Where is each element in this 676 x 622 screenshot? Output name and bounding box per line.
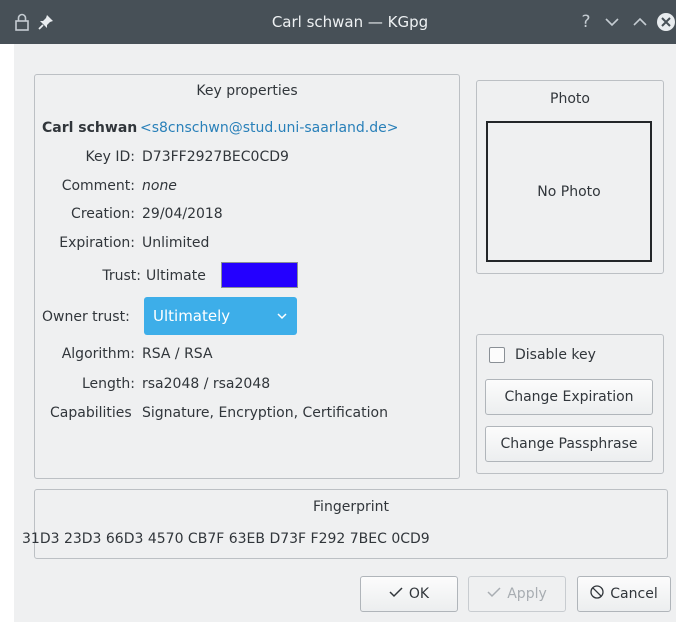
algorithm-value: RSA / RSA (142, 346, 213, 362)
algorithm-label: Algorithm: (61, 346, 135, 362)
photo-frame: No Photo (486, 121, 652, 262)
pin-icon[interactable] (34, 10, 58, 34)
key-properties-group: Key properties Carl schwan <s8cnschwn@st… (34, 74, 460, 479)
cancel-icon (590, 585, 604, 603)
key-actions-group: Disable key Change Expiration Change Pas… (476, 334, 664, 474)
capabilities-value: Signature, Encryption, Certification (142, 405, 388, 421)
key-id-label: Key ID: (85, 149, 135, 165)
key-properties-title: Key properties (196, 83, 298, 99)
expiration-value: Unlimited (142, 235, 210, 251)
checkmark-icon (389, 586, 403, 602)
trust-color-swatch (221, 262, 298, 288)
cancel-label: Cancel (610, 586, 658, 602)
creation-label: Creation: (71, 206, 135, 222)
capabilities-label: Capabilities (50, 405, 132, 421)
title-bar[interactable]: Carl schwan — KGpg ? (0, 0, 676, 44)
disable-key-label[interactable]: Disable key (515, 347, 596, 363)
length-label: Length: (81, 376, 135, 392)
cancel-button[interactable]: Cancel (577, 576, 671, 612)
help-icon[interactable]: ? (574, 10, 598, 34)
photo-group: Photo No Photo (476, 80, 664, 274)
fingerprint-title: Fingerprint (313, 499, 389, 515)
key-owner-name: Carl schwan (42, 120, 138, 136)
lock-icon[interactable] (10, 10, 34, 34)
dialog-body: Key properties Carl schwan <s8cnschwn@st… (14, 44, 676, 622)
comment-label: Comment: (61, 178, 135, 194)
change-passphrase-button[interactable]: Change Passphrase (485, 426, 653, 462)
checkmark-icon (487, 586, 501, 602)
change-expiration-button[interactable]: Change Expiration (485, 379, 653, 415)
change-passphrase-label: Change Passphrase (500, 436, 638, 452)
apply-label: Apply (507, 586, 547, 602)
fingerprint-value: 31D3 23D3 66D3 4570 CB7F 63EB D73F F292 … (22, 531, 430, 547)
length-value: rsa2048 / rsa2048 (142, 376, 271, 392)
creation-value: 29/04/2018 (142, 206, 223, 222)
comment-value: none (142, 178, 177, 194)
no-photo-text: No Photo (537, 183, 601, 200)
ok-button[interactable]: OK (360, 576, 458, 612)
window-title: Carl schwan — KGpg (271, 13, 429, 31)
chevron-down-icon (276, 308, 288, 326)
key-owner-email-link[interactable]: <s8cnschwn@stud.uni-saarland.de> (140, 120, 399, 136)
photo-title: Photo (550, 91, 590, 107)
maximize-icon[interactable] (628, 10, 652, 34)
owner-trust-select[interactable]: Ultimately (144, 297, 297, 335)
minimize-icon[interactable] (600, 10, 624, 34)
change-expiration-label: Change Expiration (504, 389, 634, 405)
disable-key-checkbox[interactable] (489, 347, 505, 363)
ok-label: OK (408, 586, 430, 602)
fingerprint-group: Fingerprint 31D3 23D3 66D3 4570 CB7F 63E… (22, 489, 668, 559)
apply-button[interactable]: Apply (468, 576, 566, 612)
owner-trust-label: Owner trust: (42, 309, 130, 325)
trust-label: Trust: (102, 268, 141, 284)
expiration-label: Expiration: (59, 235, 135, 251)
owner-trust-value: Ultimately (153, 307, 231, 325)
close-icon[interactable] (656, 10, 676, 34)
key-id-value: D73FF2927BEC0CD9 (142, 149, 289, 165)
trust-value: Ultimate (146, 268, 206, 284)
